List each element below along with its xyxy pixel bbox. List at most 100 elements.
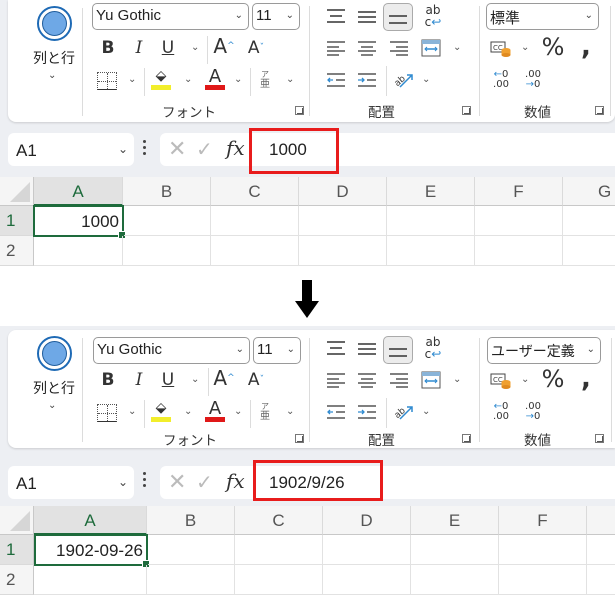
borders-button[interactable]: [97, 404, 117, 422]
rows-columns-button[interactable]: 列と行 ⌄: [22, 4, 82, 84]
underline-button[interactable]: U: [160, 370, 176, 390]
insert-function-icon[interactable]: fx: [226, 469, 245, 493]
align-left-button[interactable]: [326, 38, 346, 58]
more-options-icon[interactable]: [143, 472, 147, 490]
cell-c2[interactable]: [211, 236, 299, 266]
cell-g1[interactable]: [587, 535, 615, 565]
orientation-button[interactable]: ab: [392, 400, 414, 422]
cell-g2[interactable]: [563, 236, 615, 266]
phonetic-dropdown-chevron-icon[interactable]: ⌄: [286, 406, 294, 417]
percent-style-button[interactable]: %: [541, 365, 565, 393]
cell-d1[interactable]: [323, 535, 411, 565]
column-header-a[interactable]: A: [34, 177, 123, 206]
cell-b1[interactable]: [124, 206, 211, 236]
insert-function-icon[interactable]: fx: [226, 136, 245, 160]
cell-c1[interactable]: [235, 535, 323, 565]
cell-f2[interactable]: [475, 236, 563, 266]
orientation-dropdown-chevron-icon[interactable]: ⌄: [422, 406, 430, 417]
font-name-select[interactable]: Yu Gothic ⌄: [93, 337, 250, 364]
underline-dropdown-chevron-icon[interactable]: ⌄: [191, 42, 199, 53]
accounting-format-button[interactable]: CC: [490, 370, 512, 390]
accounting-dropdown-chevron-icon[interactable]: ⌄: [521, 42, 529, 53]
bold-button[interactable]: B: [100, 370, 116, 390]
column-header-e[interactable]: E: [411, 506, 499, 535]
decrease-decimal-button[interactable]: .00 →0: [522, 68, 544, 92]
column-header-d[interactable]: D: [323, 506, 411, 535]
font-color-button[interactable]: A: [205, 398, 225, 424]
name-box[interactable]: A1 ⌄: [8, 133, 134, 166]
wrap-text-button[interactable]: ab c↩: [422, 334, 444, 362]
alignment-dialog-launcher-icon[interactable]: [462, 106, 471, 115]
cell-c2[interactable]: [235, 565, 323, 595]
align-middle-button[interactable]: [357, 338, 377, 358]
comma-style-button[interactable]: ,: [578, 364, 594, 394]
increase-indent-button[interactable]: [357, 402, 377, 422]
merge-center-button[interactable]: [420, 38, 442, 58]
align-center-button[interactable]: [357, 38, 377, 58]
column-header-b[interactable]: B: [147, 506, 235, 535]
align-right-button[interactable]: [389, 38, 409, 58]
phonetic-guide-button[interactable]: ア 亜: [258, 400, 272, 424]
font-name-select[interactable]: Yu Gothic ⌄: [92, 3, 249, 30]
rows-columns-button[interactable]: 列と行 ⌄: [22, 334, 82, 414]
align-middle-button[interactable]: [357, 6, 377, 26]
orientation-dropdown-chevron-icon[interactable]: ⌄: [422, 74, 430, 85]
decrease-indent-button[interactable]: [326, 402, 346, 422]
column-header-g[interactable]: G: [563, 177, 615, 206]
row-header-2[interactable]: 2: [0, 236, 34, 266]
number-format-select[interactable]: 標準 ⌄: [486, 3, 599, 30]
column-header-e[interactable]: E: [387, 177, 475, 206]
wrap-text-button[interactable]: ab c↩: [422, 2, 444, 30]
column-header-c[interactable]: C: [235, 506, 323, 535]
font-size-select[interactable]: 11 ⌄: [253, 337, 301, 364]
comma-style-button[interactable]: ,: [578, 32, 594, 62]
align-bottom-button[interactable]: [383, 336, 413, 364]
phonetic-dropdown-chevron-icon[interactable]: ⌄: [286, 74, 294, 85]
font-color-button[interactable]: A: [205, 66, 225, 92]
more-options-icon[interactable]: [143, 140, 147, 158]
cell-d2[interactable]: [299, 236, 387, 266]
borders-dropdown-chevron-icon[interactable]: ⌄: [128, 406, 136, 417]
phonetic-guide-button[interactable]: ア 亜: [258, 68, 272, 92]
font-color-dropdown-chevron-icon[interactable]: ⌄: [234, 74, 242, 85]
cell-e2[interactable]: [411, 565, 499, 595]
row-header-1[interactable]: 1: [0, 535, 34, 565]
font-dialog-launcher-icon[interactable]: [295, 106, 304, 115]
cell-a2[interactable]: [34, 236, 123, 266]
increase-indent-button[interactable]: [357, 70, 377, 90]
cell-g2[interactable]: [587, 565, 615, 595]
column-header-a[interactable]: A: [34, 506, 147, 535]
borders-dropdown-chevron-icon[interactable]: ⌄: [128, 74, 136, 85]
column-header-d[interactable]: D: [299, 177, 387, 206]
fill-color-dropdown-chevron-icon[interactable]: ⌄: [184, 406, 192, 417]
column-header-b[interactable]: B: [123, 177, 211, 206]
underline-dropdown-chevron-icon[interactable]: ⌄: [191, 374, 199, 385]
cell-f1[interactable]: [475, 206, 563, 236]
alignment-dialog-launcher-icon[interactable]: [462, 434, 471, 443]
align-center-button[interactable]: [357, 370, 377, 390]
cell-e1[interactable]: [387, 206, 475, 236]
select-all-button[interactable]: [0, 177, 34, 206]
row-header-2[interactable]: 2: [0, 565, 34, 595]
fill-color-button[interactable]: ⬙: [151, 398, 171, 424]
font-dialog-launcher-icon[interactable]: [295, 434, 304, 443]
merge-dropdown-chevron-icon[interactable]: ⌄: [453, 42, 461, 53]
increase-decimal-button[interactable]: ←0 .00: [490, 400, 512, 424]
cell-d1[interactable]: [299, 206, 387, 236]
align-top-button[interactable]: [326, 338, 346, 358]
align-right-button[interactable]: [389, 370, 409, 390]
accounting-format-button[interactable]: CC: [490, 38, 512, 58]
cell-e1[interactable]: [411, 535, 499, 565]
italic-button[interactable]: I: [131, 370, 147, 390]
cell-b2[interactable]: [147, 565, 235, 595]
fill-color-button[interactable]: ⬙: [151, 66, 171, 92]
merge-center-button[interactable]: [420, 370, 442, 390]
cell-f1[interactable]: [499, 535, 587, 565]
increase-decimal-button[interactable]: ←0 .00: [490, 68, 512, 92]
enter-check-icon[interactable]: ✓: [196, 137, 213, 161]
borders-button[interactable]: [97, 72, 117, 90]
italic-button[interactable]: I: [131, 38, 147, 58]
fill-color-dropdown-chevron-icon[interactable]: ⌄: [184, 74, 192, 85]
merge-dropdown-chevron-icon[interactable]: ⌄: [453, 374, 461, 385]
cell-c1[interactable]: [211, 206, 299, 236]
